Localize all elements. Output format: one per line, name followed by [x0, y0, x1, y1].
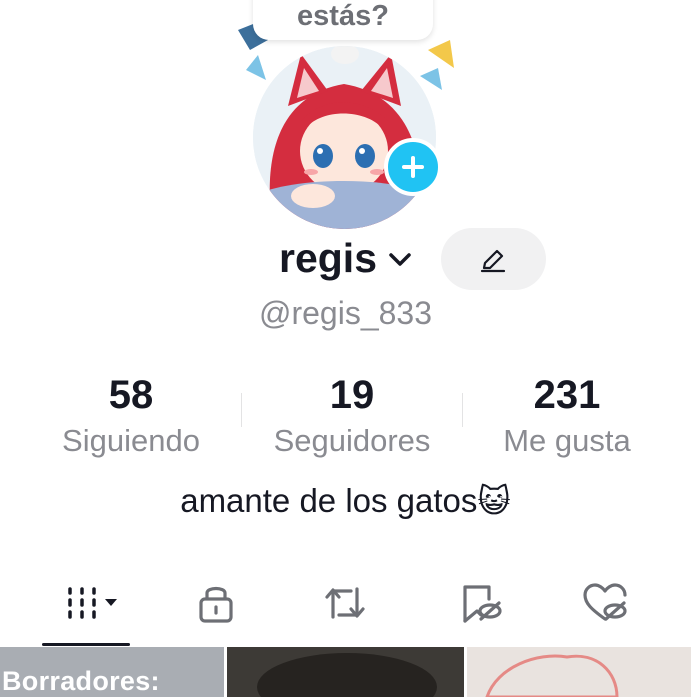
add-story-button[interactable] — [384, 138, 442, 196]
note-bubble-text: estás? — [297, 0, 389, 32]
tab-private[interactable] — [166, 572, 266, 634]
username-switcher[interactable]: regis — [279, 235, 377, 282]
drafts-thumbnail[interactable]: Borradores: — [0, 647, 224, 697]
edit-profile-button[interactable] — [441, 228, 546, 290]
thumbnail-image — [227, 647, 464, 697]
stat-divider — [241, 393, 242, 427]
profile-bio: amante de los gatos😺 — [0, 482, 691, 520]
stat-followers[interactable]: 19 Seguidores — [252, 371, 452, 461]
bio-emoji: 😺 — [477, 483, 511, 519]
tab-reposts[interactable] — [295, 572, 395, 634]
user-handle: @regis_833 — [258, 295, 433, 331]
stat-divider — [462, 393, 463, 427]
lock-icon — [199, 586, 233, 623]
video-thumbnail[interactable] — [227, 647, 464, 697]
note-bubble[interactable]: estás? — [253, 0, 433, 40]
likes-label: Me gusta — [503, 423, 631, 458]
tab-videos[interactable] — [45, 572, 145, 634]
followers-label: Seguidores — [273, 423, 431, 458]
active-tab-indicator — [42, 643, 130, 646]
stat-likes[interactable]: 231 Me gusta — [467, 371, 667, 461]
following-label: Siguiendo — [62, 423, 200, 458]
likes-count: 231 — [533, 373, 601, 417]
followers-count: 19 — [329, 373, 375, 417]
pencil-icon — [480, 249, 506, 273]
drafts-label: Borradores: — [2, 666, 160, 696]
heart-hidden-icon — [583, 583, 627, 621]
tab-favorites[interactable] — [430, 572, 530, 634]
grid-icon — [68, 587, 117, 619]
tab-liked[interactable] — [555, 572, 655, 634]
video-thumbnail[interactable] — [467, 647, 691, 697]
following-count: 58 — [108, 373, 154, 417]
chevron-down-icon[interactable] — [386, 246, 414, 274]
repost-icon — [325, 587, 365, 619]
thumbnail-image — [467, 647, 691, 697]
stat-following[interactable]: 58 Siguiendo — [31, 371, 231, 461]
bio-text: amante de los gatos — [180, 482, 478, 519]
bookmark-hidden-icon — [463, 585, 502, 623]
plus-icon — [402, 156, 424, 178]
